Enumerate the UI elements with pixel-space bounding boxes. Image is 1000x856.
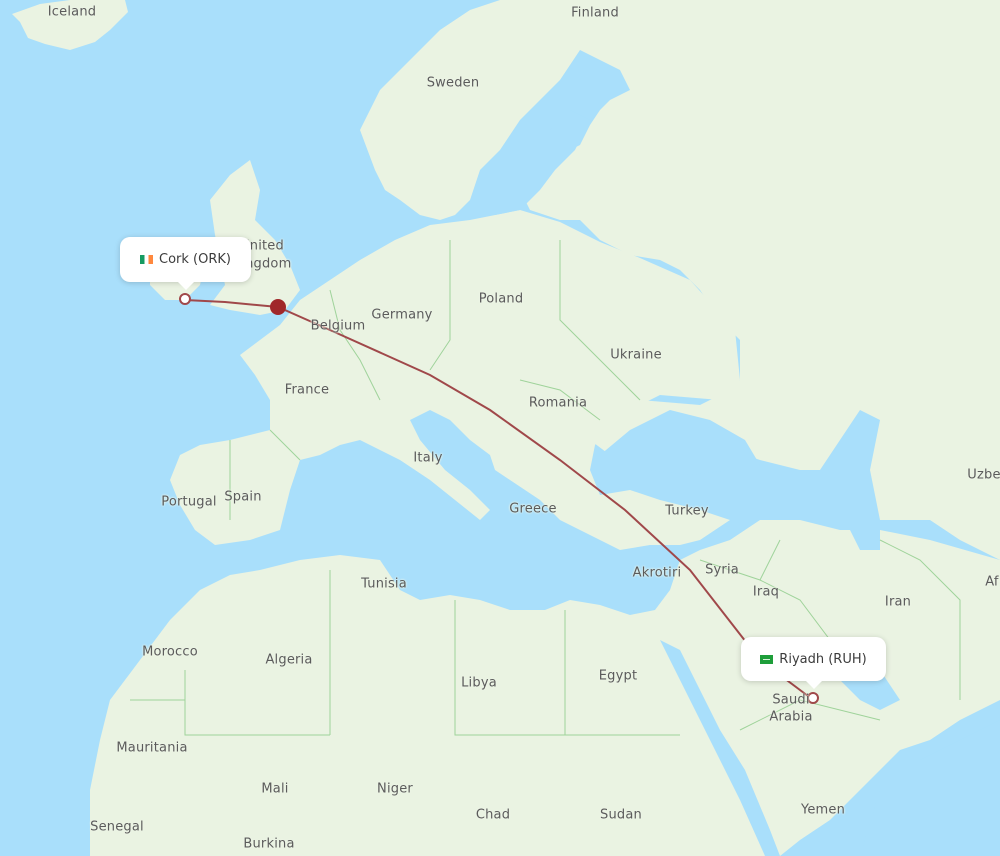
country-label-poland: Poland [478,291,524,307]
origin-popup[interactable]: Cork (ORK) [120,237,251,290]
country-label-romania: Romania [528,395,588,411]
country-label-saudi-arabia-1: Saudi [772,692,810,708]
country-label-italy: Italy [413,450,443,466]
country-label-senegal: Senegal [90,819,144,835]
country-label-algeria: Algeria [265,652,313,668]
country-label-niger: Niger [377,781,413,797]
country-label-yemen: Yemen [800,802,846,818]
country-label-akrotiri: Akrotiri [632,565,682,581]
country-label-iceland: Iceland [47,4,97,20]
country-label-burkina: Burkina [243,836,295,852]
stopover-marker[interactable] [270,299,286,315]
origin-marker[interactable] [179,293,191,305]
country-label-finland: Finland [571,5,619,21]
country-label-belgium: Belgium [310,318,366,334]
country-label-afghanistan: Af [985,574,999,590]
country-label-egypt: Egypt [598,668,638,684]
country-label-greece: Greece [509,501,557,517]
ireland-flag-icon [140,255,153,264]
country-label-morocco: Morocco [142,644,198,660]
country-label-france: France [284,382,330,398]
country-label-portugal: Portugal [161,494,217,510]
country-label-germany: Germany [371,307,433,323]
origin-label: Cork (ORK) [159,252,231,267]
destination-label: Riyadh (RUH) [779,651,867,667]
country-label-spain: Spain [224,489,262,505]
destination-popup[interactable]: Riyadh (RUH) [741,637,886,689]
country-label-saudi-arabia-2: Arabia [769,709,813,725]
saudi-arabia-flag-icon [760,654,774,664]
country-label-ukraine: Ukraine [610,347,662,363]
country-label-mali: Mali [261,781,289,797]
flight-route-map[interactable]: Iceland Finland Sweden United Kingdom Poland G… [0,0,1000,856]
country-label-libya: Libya [461,675,497,691]
country-label-turkey: Turkey [665,503,709,519]
country-label-mauritania: Mauritania [116,740,188,756]
country-label-sweden: Sweden [426,75,480,91]
country-label-tunisia: Tunisia [361,576,407,592]
country-label-sudan: Sudan [600,807,642,823]
country-label-syria: Syria [705,562,739,578]
country-label-iran: Iran [884,594,912,610]
country-label-chad: Chad [475,807,511,823]
country-label-uzbekistan: Uzbe [967,467,1000,483]
country-label-iraq: Iraq [752,584,780,600]
map-base-layer [12,0,1000,856]
